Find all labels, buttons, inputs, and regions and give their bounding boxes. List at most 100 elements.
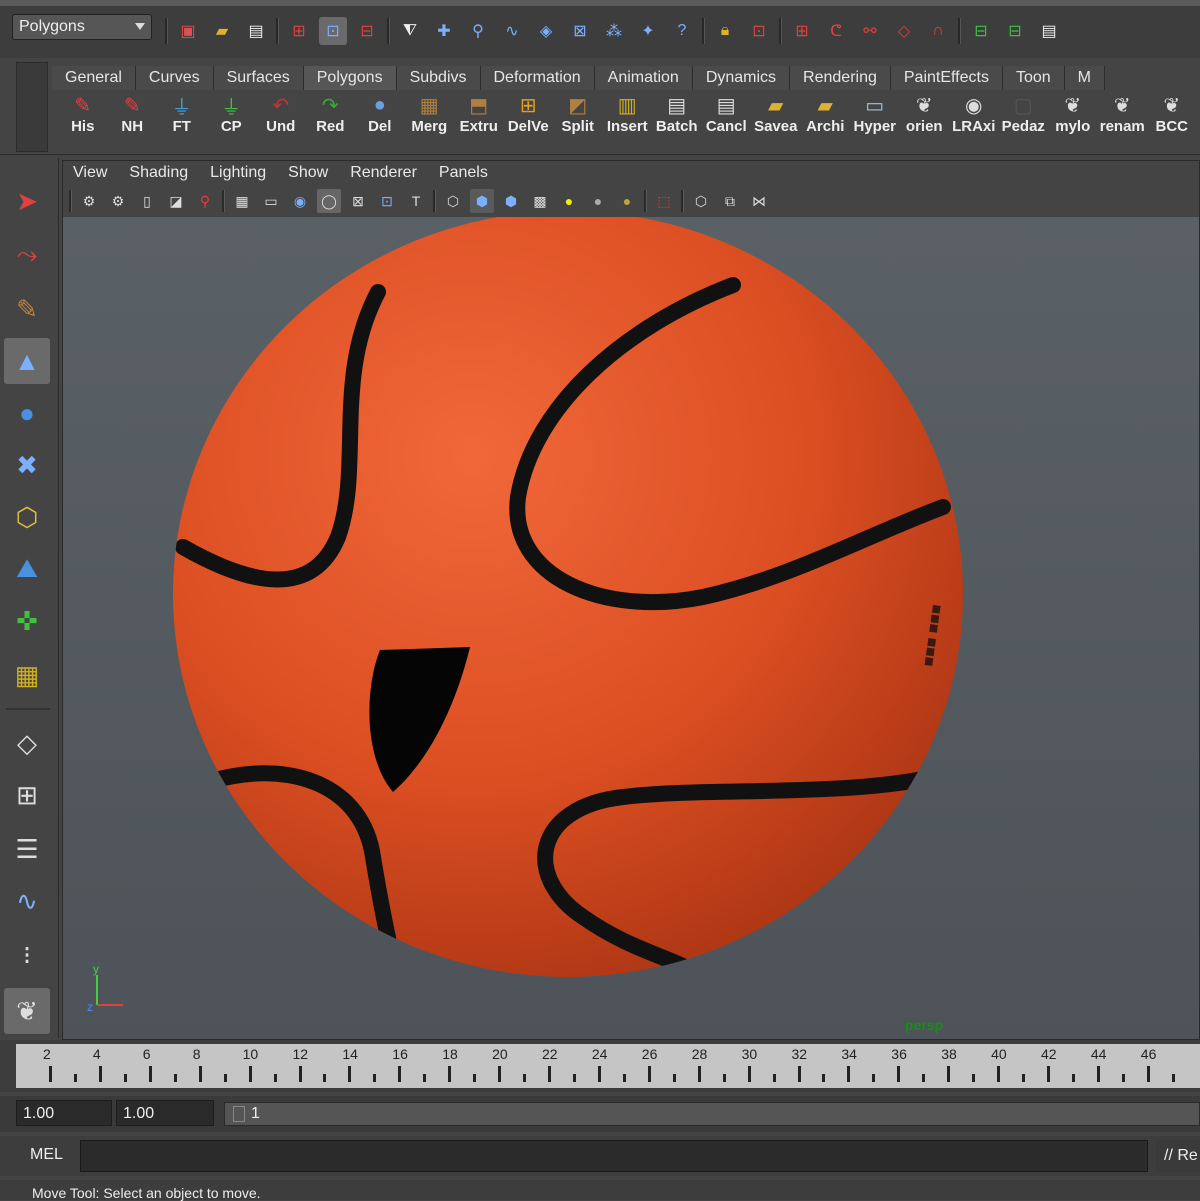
show-manipulator-icon[interactable]: ✜ bbox=[4, 598, 50, 644]
shelf-button-ft[interactable]: ⏚ FT bbox=[157, 92, 207, 142]
playback-start-field[interactable]: 1.00 bbox=[116, 1100, 214, 1126]
isolate-select-icon[interactable]: ⬚ bbox=[652, 189, 676, 213]
universal-manipulator-icon[interactable]: ⬡ bbox=[4, 494, 50, 540]
shelf-button-red[interactable]: ↷ Red bbox=[306, 92, 356, 142]
menu-set-dropdown[interactable]: Polygons bbox=[12, 14, 152, 40]
xray-joints-icon[interactable]: ⧉ bbox=[718, 189, 742, 213]
move-tool-icon[interactable]: ▲ bbox=[4, 338, 50, 384]
shelf-tab-rendering[interactable]: Rendering bbox=[790, 66, 891, 90]
shelf-button-insert[interactable]: ▥ Insert bbox=[603, 92, 653, 142]
select-hierarchy-icon[interactable]: ⊞ bbox=[285, 17, 313, 45]
last-tool-icon[interactable]: ▦ bbox=[4, 652, 50, 698]
shelf-tab-animation[interactable]: Animation bbox=[594, 66, 693, 90]
snap-surface-icon[interactable]: ◈ bbox=[532, 17, 560, 45]
construction-history-icon[interactable]: ⊞ bbox=[788, 17, 816, 45]
render-icon[interactable]: ⊟ bbox=[967, 17, 995, 45]
menu-show[interactable]: Show bbox=[288, 164, 328, 182]
select-camera-icon[interactable]: ⚙ bbox=[77, 189, 101, 213]
shelf-button-lraxi[interactable]: ◉ LRAxi bbox=[949, 92, 999, 142]
history-icon[interactable]: ✦ bbox=[634, 17, 662, 45]
shadows-icon[interactable]: ● bbox=[586, 189, 610, 213]
select-tool-icon[interactable]: ➤ bbox=[4, 178, 50, 224]
shelf-button-batch[interactable]: ▤ Batch bbox=[652, 92, 702, 142]
rotate-tool-icon[interactable]: ● bbox=[4, 390, 50, 436]
snap-live-icon[interactable]: ⁂ bbox=[600, 17, 628, 45]
shelf-button-savea[interactable]: ▰ Savea bbox=[751, 92, 801, 142]
filter-icon[interactable]: ⧨ bbox=[396, 17, 424, 45]
basketball-model[interactable]: ■■■ ■■■ bbox=[63, 217, 1199, 1039]
magnet-icon[interactable]: ᕦ bbox=[822, 17, 850, 45]
shelf-tab-painteffects[interactable]: PaintEffects bbox=[890, 66, 1003, 90]
wireframe-on-shaded-icon[interactable]: ⬢ bbox=[499, 189, 523, 213]
new-scene-icon[interactable]: ▣ bbox=[174, 17, 202, 45]
2d-pan-zoom-icon[interactable]: ⚲ bbox=[193, 189, 217, 213]
lasso-tool-icon[interactable]: ⤳ bbox=[4, 232, 50, 278]
safe-title-icon[interactable]: T bbox=[404, 189, 428, 213]
hypershade-persp-layout-icon[interactable]: ⁝ bbox=[4, 932, 50, 978]
safe-action-icon[interactable]: ⊡ bbox=[375, 189, 399, 213]
maya-logo-icon[interactable]: ❦ bbox=[4, 988, 50, 1034]
shelf-tab-general[interactable]: General bbox=[52, 66, 136, 90]
help-icon[interactable]: ? bbox=[668, 17, 696, 45]
shelf-button-merg[interactable]: ▦ Merg bbox=[405, 92, 455, 142]
input-ops-icon[interactable]: ⊡ bbox=[745, 17, 773, 45]
use-all-lights-icon[interactable]: ● bbox=[557, 189, 581, 213]
shelf-button-cancl[interactable]: ▤ Cancl bbox=[702, 92, 752, 142]
magnet-surface-icon[interactable]: ◇ bbox=[890, 17, 918, 45]
scale-tool-icon[interactable]: ✖ bbox=[4, 442, 50, 488]
snap-grid-icon[interactable]: ✚ bbox=[430, 17, 458, 45]
shelf-button-his[interactable]: ✎ His bbox=[58, 92, 108, 142]
film-gate-icon[interactable]: ▭ bbox=[259, 189, 283, 213]
ipr-icon[interactable]: ⊟ bbox=[1001, 17, 1029, 45]
shelf-menu-handle[interactable] bbox=[16, 62, 48, 152]
soft-modification-icon[interactable]: ⛰ bbox=[4, 546, 50, 592]
range-handle[interactable] bbox=[233, 1105, 245, 1122]
snap-point-icon[interactable]: ∿ bbox=[498, 17, 526, 45]
shelf-tab-polygons[interactable]: Polygons bbox=[303, 66, 397, 90]
magnet-curve-icon[interactable]: ⚯ bbox=[856, 17, 884, 45]
bookmarks-icon[interactable]: ▯ bbox=[135, 189, 159, 213]
snap-view-icon[interactable]: ⊠ bbox=[566, 17, 594, 45]
time-slider[interactable]: 2 4 6 8 10 12 14 16 18 20 22 24 26 28 30 32 34 36 38 40 42 44… bbox=[0, 1040, 1200, 1092]
shelf-tab-deformation[interactable]: Deformation bbox=[480, 66, 595, 90]
shelf-button-renam[interactable]: ❦ renam bbox=[1098, 92, 1148, 142]
select-object-icon[interactable]: ⊡ bbox=[319, 17, 347, 45]
layers-icon[interactable]: ▤ bbox=[1035, 17, 1063, 45]
shelf-button-del[interactable]: ● Del bbox=[355, 92, 405, 142]
command-language-toggle[interactable]: MEL bbox=[30, 1146, 63, 1164]
resolution-gate-icon[interactable]: ◉ bbox=[288, 189, 312, 213]
shelf-tab-subdivs[interactable]: Subdivs bbox=[396, 66, 481, 90]
shelf-button-nh[interactable]: ✎ NH bbox=[108, 92, 158, 142]
menu-view[interactable]: View bbox=[73, 164, 107, 182]
shelf-button-split[interactable]: ◩ Split bbox=[553, 92, 603, 142]
xray-components-icon[interactable]: ⋈ bbox=[747, 189, 771, 213]
magnet-live-icon[interactable]: ∩ bbox=[924, 17, 952, 45]
open-scene-icon[interactable]: ▰ bbox=[208, 17, 236, 45]
animation-start-field[interactable]: 1.00 bbox=[16, 1100, 112, 1126]
menu-shading[interactable]: Shading bbox=[129, 164, 188, 182]
four-view-layout-icon[interactable]: ⊞ bbox=[4, 772, 50, 818]
gate-mask-icon[interactable]: ◯ bbox=[317, 189, 341, 213]
textured-icon[interactable]: ▩ bbox=[528, 189, 552, 213]
shelf-button-cp[interactable]: ⏚ CP bbox=[207, 92, 257, 142]
command-input[interactable] bbox=[80, 1140, 1148, 1172]
menu-panels[interactable]: Panels bbox=[439, 164, 488, 182]
snap-curve-icon[interactable]: ⚲ bbox=[464, 17, 492, 45]
outliner-persp-layout-icon[interactable]: ☰ bbox=[4, 826, 50, 872]
shelf-button-pedaz[interactable]: ▢ Pedaz bbox=[999, 92, 1049, 142]
graph-persp-layout-icon[interactable]: ∿ bbox=[4, 878, 50, 924]
camera-attributes-icon[interactable]: ⚙ bbox=[106, 189, 130, 213]
shelf-button-archi[interactable]: ▰ Archi bbox=[801, 92, 851, 142]
shelf-button-delve[interactable]: ⊞ DelVe bbox=[504, 92, 554, 142]
save-scene-icon[interactable]: ▤ bbox=[242, 17, 270, 45]
shelf-button-bcc[interactable]: ❦ BCC bbox=[1147, 92, 1197, 142]
single-perspective-layout-icon[interactable]: ◇ bbox=[4, 720, 50, 766]
wireframe-icon[interactable]: ⬡ bbox=[441, 189, 465, 213]
shelf-tab-surfaces[interactable]: Surfaces bbox=[213, 66, 304, 90]
paint-select-tool-icon[interactable]: ✎ bbox=[4, 286, 50, 332]
image-plane-icon[interactable]: ◪ bbox=[164, 189, 188, 213]
select-component-icon[interactable]: ⊟ bbox=[353, 17, 381, 45]
shelf-tab-toon[interactable]: Toon bbox=[1002, 66, 1065, 90]
shelf-button-hyper[interactable]: ▭ Hyper bbox=[850, 92, 900, 142]
shelf-button-und[interactable]: ↶ Und bbox=[256, 92, 306, 142]
